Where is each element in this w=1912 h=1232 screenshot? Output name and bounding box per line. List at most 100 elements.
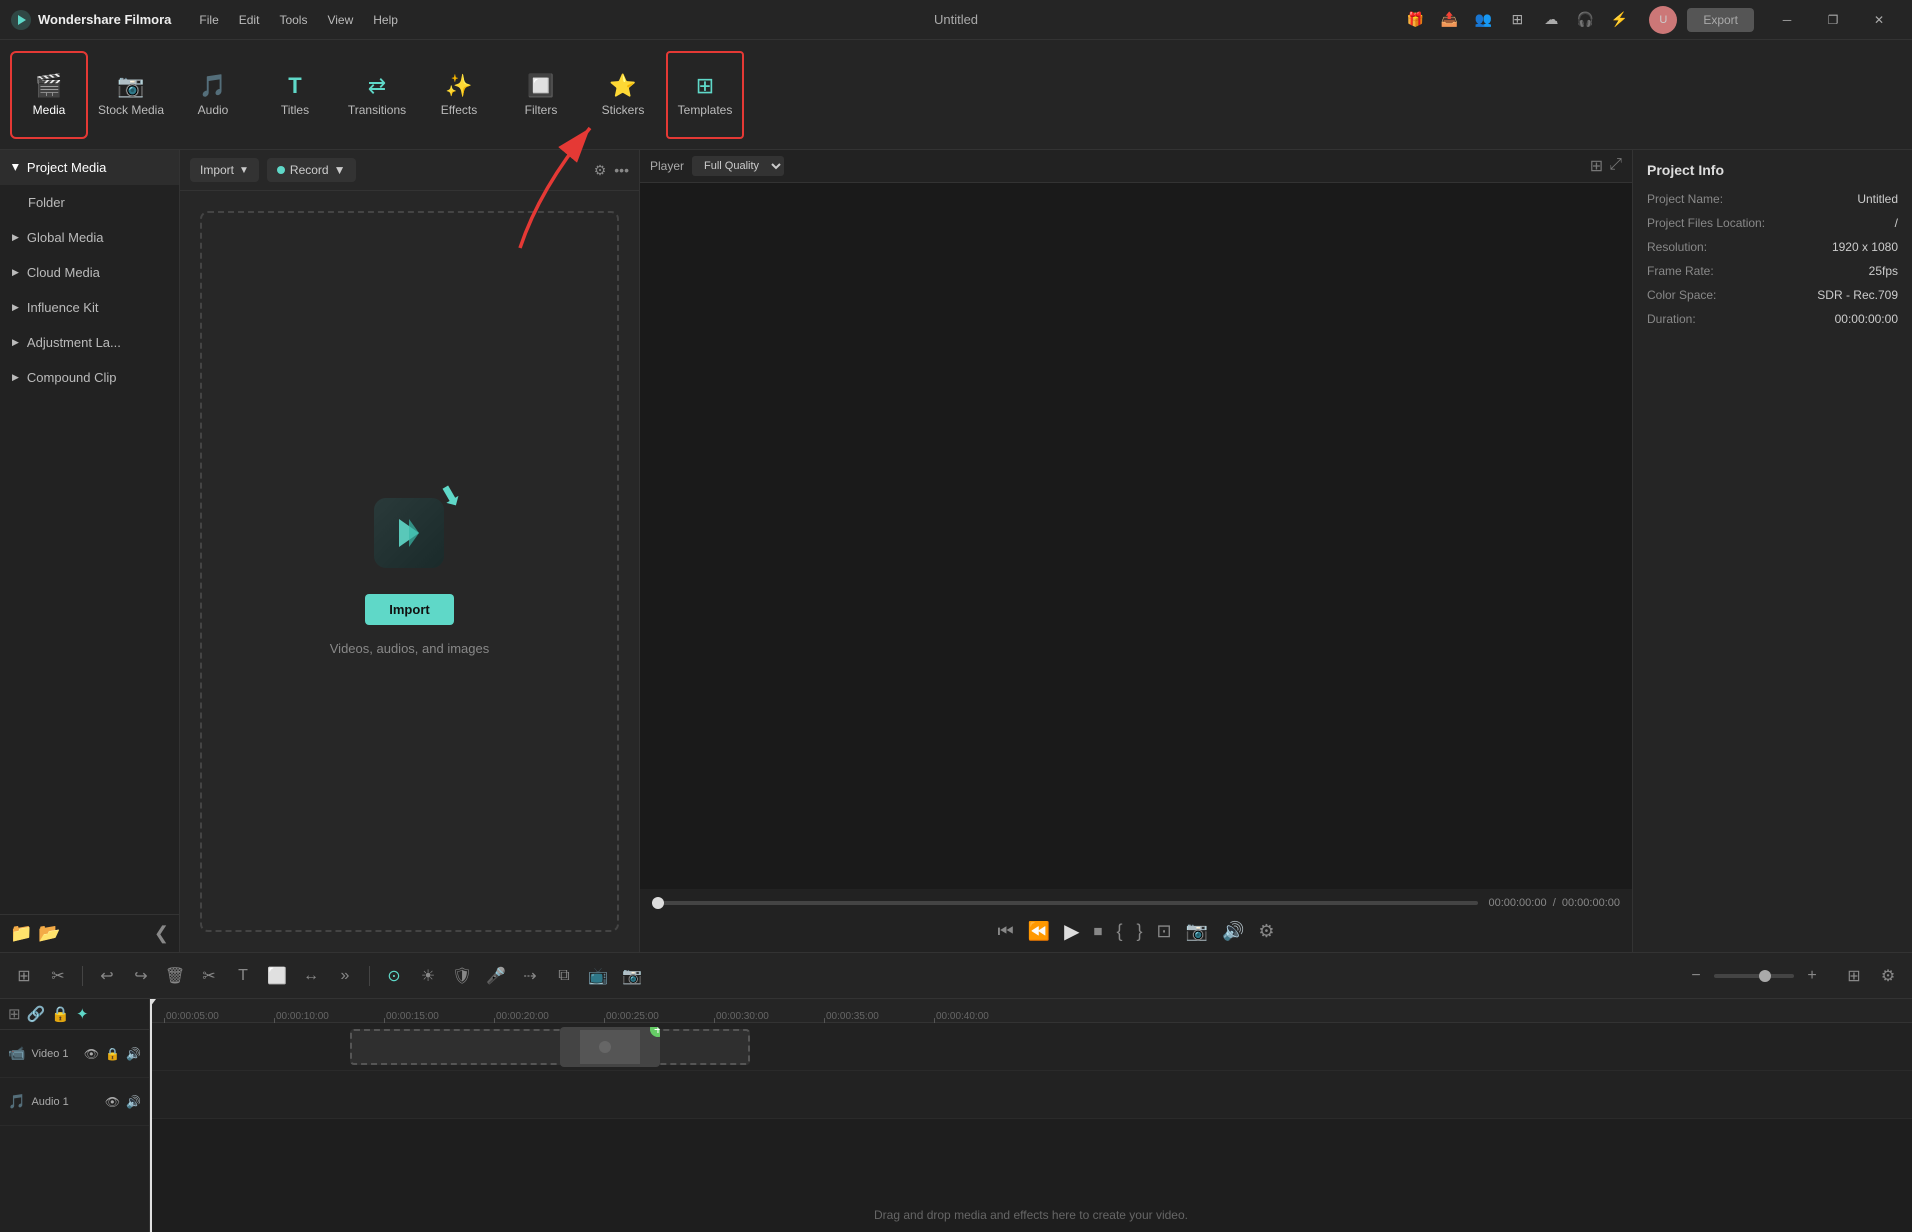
menu-edit[interactable]: Edit	[231, 9, 268, 31]
ruler-mark-5: 00:00:25:00	[604, 1011, 714, 1022]
titlebar: Wondershare Filmora File Edit Tools View…	[0, 0, 1912, 40]
zoom-out-icon[interactable]: −	[1682, 962, 1710, 990]
fullscreen-icon[interactable]: ⤢	[1609, 156, 1622, 176]
sidebar-item-global-media[interactable]: ▶ Global Media	[0, 220, 179, 255]
sidebar-item-cloud-media[interactable]: ▶ Cloud Media	[0, 255, 179, 290]
redo-icon[interactable]: ↪	[127, 962, 155, 990]
snapshot-icon[interactable]: 📷	[1186, 921, 1208, 942]
info-value-location: /	[1895, 216, 1898, 230]
cloud-icon[interactable]: ☁	[1537, 6, 1565, 34]
tab-media[interactable]: 🎬 Media	[10, 51, 88, 139]
headphone-icon[interactable]: 🎧	[1571, 6, 1599, 34]
tab-filters[interactable]: 🔲 Filters	[502, 51, 580, 139]
menu-file[interactable]: File	[191, 9, 226, 31]
pip-icon[interactable]: ⧉	[550, 962, 578, 990]
import-media-button[interactable]: Import	[365, 594, 453, 625]
mic-icon[interactable]: 🎤	[482, 962, 510, 990]
clip-icon[interactable]: ⊡	[1156, 921, 1171, 942]
apps-icon[interactable]: ⚡	[1605, 6, 1633, 34]
sidebar-collapse-icon[interactable]: ❮	[154, 923, 169, 944]
zoom-in-icon[interactable]: +	[1798, 962, 1826, 990]
media-drop-zone[interactable]: ⬇ Import Videos, audios, and images	[200, 211, 619, 932]
timeline-select-icon[interactable]: ✂	[44, 962, 72, 990]
window-title: Untitled	[934, 12, 978, 27]
sidebar-item-folder[interactable]: Folder	[0, 185, 179, 220]
link-track-icon[interactable]: 🔗	[27, 1005, 46, 1023]
settings-icon[interactable]: ⚙	[1874, 962, 1902, 990]
share-icon[interactable]: 📤	[1435, 6, 1463, 34]
community-icon[interactable]: 👥	[1469, 6, 1497, 34]
stickers-icon: ⭐	[609, 73, 636, 99]
layout-icon[interactable]: ⊞	[1503, 6, 1531, 34]
more-tools-icon[interactable]: »	[331, 962, 359, 990]
tab-audio[interactable]: 🎵 Audio	[174, 51, 252, 139]
progress-bar[interactable]	[652, 901, 1478, 905]
player-quality-select[interactable]: Full Quality	[692, 156, 784, 176]
lock-track-icon[interactable]: 🔒	[51, 1005, 70, 1023]
camera-icon[interactable]: 📷	[618, 962, 646, 990]
tab-transitions[interactable]: ⇄ Transitions	[338, 51, 416, 139]
media-icon: 🎬	[35, 73, 62, 99]
cut-icon[interactable]: ✂	[195, 962, 223, 990]
tab-templates[interactable]: ⊞ Templates	[666, 51, 744, 139]
ripple-icon[interactable]: ↔	[297, 962, 325, 990]
grid-icon[interactable]: ⊞	[1840, 962, 1868, 990]
sidebar-item-project-media[interactable]: ▶ Project Media	[0, 150, 179, 185]
sidebar-item-influence-kit[interactable]: ▶ Influence Kit	[0, 290, 179, 325]
arrow-icon-4: ▶	[12, 302, 19, 313]
filter-icon[interactable]: ⚙	[594, 162, 607, 179]
tab-effects[interactable]: ✨ Effects	[420, 51, 498, 139]
tab-stock-media[interactable]: 📷 Stock Media	[92, 51, 170, 139]
more-controls-icon[interactable]: ⚙	[1258, 921, 1274, 942]
more-options-icon[interactable]: •••	[614, 162, 629, 178]
add-track-icon[interactable]: ⊞	[8, 1005, 21, 1023]
open-folder-icon[interactable]: 📂	[38, 923, 60, 944]
sidebar-item-adjustment-layer[interactable]: ▶ Adjustment La...	[0, 325, 179, 360]
clip-icon-tl[interactable]: ⬜	[263, 962, 291, 990]
grid-view-icon[interactable]: ⊞	[1590, 156, 1603, 176]
rewind-icon[interactable]: ⏮	[997, 921, 1013, 942]
record-button[interactable]: Record ▼	[267, 158, 356, 182]
audio-track-eye-icon[interactable]: 👁	[105, 1095, 120, 1109]
tab-titles[interactable]: T Titles	[256, 51, 334, 139]
add-clip-icon[interactable]: +	[650, 1027, 660, 1037]
maximize-button[interactable]: ❐	[1810, 0, 1856, 40]
undo-icon[interactable]: ↩	[93, 962, 121, 990]
text-icon[interactable]: T	[229, 962, 257, 990]
close-button[interactable]: ✕	[1856, 0, 1902, 40]
transition-icon-tl[interactable]: ⇢	[516, 962, 544, 990]
zoom-slider[interactable]	[1714, 974, 1794, 978]
stop-icon[interactable]: ⏹	[1093, 921, 1102, 942]
info-row-framerate: Frame Rate: 25fps	[1647, 264, 1898, 278]
video-track-lock-icon[interactable]: 🔒	[105, 1047, 120, 1061]
timeline-tracks-area: ⊞ 🔗 🔒 ✦ 📹 Video 1 👁 🔒 🔊 🎵 Audio 1	[0, 999, 1912, 1232]
sidebar-item-compound-clip[interactable]: ▶ Compound Clip	[0, 360, 179, 395]
video-track-eye-icon[interactable]: 👁	[84, 1047, 99, 1061]
audio-track-label: Audio 1	[31, 1096, 68, 1108]
gift-icon[interactable]: 🎁	[1401, 6, 1429, 34]
ruler-mark-3: 00:00:15:00	[384, 1011, 494, 1022]
screen-rec-icon[interactable]: 📺	[584, 962, 612, 990]
add-folder-icon[interactable]: 📁	[10, 923, 32, 944]
mask-icon[interactable]: 🛡	[448, 962, 476, 990]
menu-tools[interactable]: Tools	[271, 9, 315, 31]
step-back-icon[interactable]: ⏪	[1028, 921, 1050, 942]
mark-out-icon[interactable]: }	[1136, 921, 1142, 942]
import-button-toolbar[interactable]: Import ▼	[190, 158, 259, 182]
menu-help[interactable]: Help	[365, 9, 406, 31]
audio-icon[interactable]: 🔊	[1222, 921, 1244, 942]
speed-icon[interactable]: ☀	[414, 962, 442, 990]
timeline-snap-icon[interactable]: ⊞	[10, 962, 38, 990]
minimize-button[interactable]: ─	[1764, 0, 1810, 40]
play-button[interactable]: ▶	[1064, 919, 1079, 944]
user-avatar[interactable]: U	[1649, 6, 1677, 34]
export-button[interactable]: Export	[1687, 8, 1754, 32]
mark-in-icon[interactable]: {	[1116, 921, 1122, 942]
video-track-audio-icon[interactable]: 🔊	[126, 1047, 141, 1061]
delete-icon[interactable]: 🗑	[161, 962, 189, 990]
ai-track-icon[interactable]: ✦	[76, 1005, 89, 1023]
menu-view[interactable]: View	[319, 9, 361, 31]
tab-stickers[interactable]: ⭐ Stickers	[584, 51, 662, 139]
audio-track-audio-icon[interactable]: 🔊	[126, 1095, 141, 1109]
motion-icon[interactable]: ⊙	[380, 962, 408, 990]
